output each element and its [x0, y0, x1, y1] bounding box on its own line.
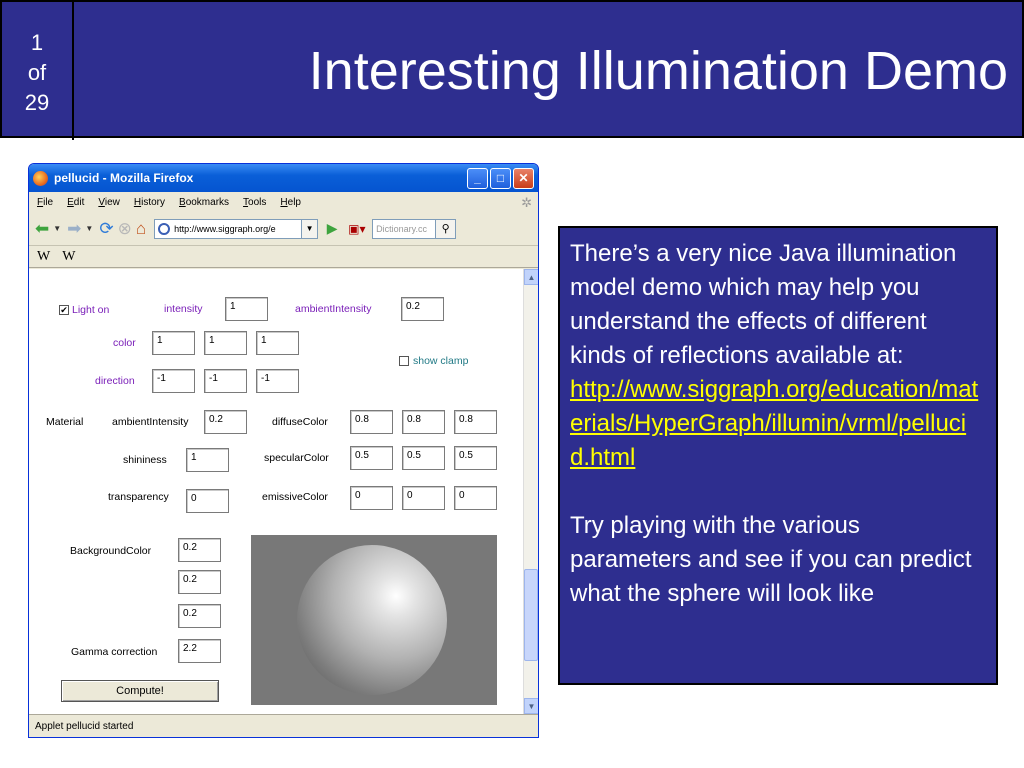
transparency-label: transparency [108, 491, 169, 503]
menu-help[interactable]: Help [280, 197, 301, 208]
menu-history[interactable]: History [134, 197, 165, 208]
stop-icon[interactable]: ⊗ [118, 219, 132, 239]
scroll-up-icon[interactable]: ▲ [524, 269, 538, 285]
gamma-correction-label: Gamma correction [71, 646, 158, 658]
search-engine-icon[interactable]: ▣▾ [348, 219, 372, 239]
emissive-g-field[interactable]: 0 [402, 486, 445, 510]
direction-y-field[interactable]: -1 [204, 369, 247, 393]
info-paragraph-1: There’s a very nice Java illumination mo… [570, 237, 986, 475]
light-on-label: Light on [72, 304, 110, 316]
transparency-field[interactable]: 0 [186, 489, 229, 513]
firefox-logo-icon [33, 170, 48, 186]
bookmark-wikipedia-2[interactable]: W [62, 249, 75, 265]
material-ambient-label: ambientIntensity [112, 416, 189, 428]
emissive-b-field[interactable]: 0 [454, 486, 497, 510]
page-of: of [27, 60, 47, 85]
diffuse-color-label: diffuseColor [272, 416, 328, 428]
show-clamp-label: show clamp [413, 355, 469, 367]
color-g-field[interactable]: 1 [204, 331, 247, 355]
background-color-label: BackgroundColor [70, 545, 152, 557]
ambient-intensity-field[interactable]: 0.2 [401, 297, 444, 321]
window-title: pellucid - Mozilla Firefox [54, 171, 194, 185]
intensity-label: intensity [164, 303, 203, 315]
applet-area: ✔ Light on intensity 1 ambientIntensity … [29, 269, 523, 714]
menu-edit[interactable]: Edit [67, 197, 84, 208]
emissive-r-field[interactable]: 0 [350, 486, 393, 510]
info-paragraph-1-text: There’s a very nice Java illumination mo… [570, 240, 957, 369]
page-number: 1 of 29 [2, 2, 74, 140]
close-button[interactable]: ✕ [513, 167, 534, 189]
background-g-field[interactable]: 0.2 [178, 570, 221, 594]
shaded-sphere [297, 545, 447, 695]
shininess-label: shininess [123, 454, 167, 466]
bookmark-wikipedia-1[interactable]: W [37, 249, 50, 265]
maximize-button[interactable]: □ [490, 167, 511, 189]
minimize-button[interactable]: _ [467, 167, 488, 189]
show-clamp-checkbox[interactable] [399, 356, 409, 366]
light-on-checkbox[interactable]: ✔ [59, 305, 69, 315]
search-magnifier-icon[interactable]: ⚲ [436, 218, 457, 239]
back-dropdown-icon[interactable]: ▼ [53, 224, 61, 233]
menu-bar: File Edit View History Bookmarks Tools H… [29, 192, 538, 212]
page-total: 29 [24, 90, 50, 115]
back-arrow-icon[interactable]: ⬅ [35, 219, 49, 239]
site-icon [158, 222, 171, 235]
menu-view[interactable]: View [98, 197, 120, 208]
color-b-field[interactable]: 1 [256, 331, 299, 355]
menu-file[interactable]: File [37, 197, 53, 208]
forward-arrow-icon[interactable]: ➡ [67, 219, 81, 239]
color-r-field[interactable]: 1 [152, 331, 195, 355]
direction-label: direction [95, 375, 135, 387]
search-input[interactable]: Dictionary.cc [372, 218, 437, 239]
slide-title: Interesting Illumination Demo [308, 41, 1008, 101]
color-label: color [113, 337, 136, 349]
ambient-intensity-label: ambientIntensity [295, 303, 372, 315]
info-text-box: There’s a very nice Java illumination mo… [558, 226, 998, 685]
scroll-down-icon[interactable]: ▼ [524, 698, 538, 714]
navigation-toolbar: ⬅ ▼ ➡ ▼ ⟳ ⊗ ⌂ http://www.siggraph.org/e … [29, 212, 538, 246]
specular-g-field[interactable]: 0.5 [402, 446, 445, 470]
direction-z-field[interactable]: -1 [256, 369, 299, 393]
diffuse-b-field[interactable]: 0.8 [454, 410, 497, 434]
vertical-scrollbar[interactable]: ▲ ▼ [523, 269, 538, 714]
window-titlebar: pellucid - Mozilla Firefox _ □ ✕ [29, 164, 538, 192]
material-ambient-field[interactable]: 0.2 [204, 410, 247, 434]
forward-dropdown-icon[interactable]: ▼ [85, 224, 93, 233]
direction-x-field[interactable]: -1 [152, 369, 195, 393]
diffuse-r-field[interactable]: 0.8 [350, 410, 393, 434]
throbber-icon: ✲ [521, 195, 532, 210]
url-input[interactable]: http://www.siggraph.org/e [154, 218, 303, 239]
specular-r-field[interactable]: 0.5 [350, 446, 393, 470]
slide-header: 1 of 29 Interesting Illumination Demo [0, 0, 1024, 140]
scroll-thumb[interactable] [524, 569, 538, 661]
material-label: Material [46, 416, 84, 428]
go-button[interactable]: ▶ [322, 219, 342, 239]
shininess-field[interactable]: 1 [186, 448, 229, 472]
intensity-field[interactable]: 1 [225, 297, 268, 321]
diffuse-g-field[interactable]: 0.8 [402, 410, 445, 434]
specular-color-label: specularColor [264, 452, 329, 464]
pellucid-link[interactable]: http://www.siggraph.org/education/materi… [570, 376, 978, 471]
firefox-window: pellucid - Mozilla Firefox _ □ ✕ File Ed… [28, 163, 539, 738]
home-icon[interactable]: ⌂ [136, 219, 146, 239]
info-paragraph-2: Try playing with the various parameters … [570, 512, 972, 607]
status-bar: Applet pellucid started [29, 714, 538, 737]
page-current: 1 [30, 30, 44, 55]
compute-button[interactable]: Compute! [61, 680, 219, 702]
specular-b-field[interactable]: 0.5 [454, 446, 497, 470]
url-dropdown-button[interactable]: ▼ [302, 218, 319, 239]
gamma-correction-field[interactable]: 2.2 [178, 639, 221, 663]
sphere-render-canvas [251, 535, 497, 705]
menu-tools[interactable]: Tools [243, 197, 266, 208]
background-b-field[interactable]: 0.2 [178, 604, 221, 628]
menu-bookmarks[interactable]: Bookmarks [179, 197, 229, 208]
url-text: http://www.siggraph.org/e [174, 223, 276, 234]
reload-icon[interactable]: ⟳ [99, 219, 113, 239]
bookmarks-toolbar: W W [29, 246, 538, 268]
background-r-field[interactable]: 0.2 [178, 538, 221, 562]
emissive-color-label: emissiveColor [262, 491, 328, 503]
